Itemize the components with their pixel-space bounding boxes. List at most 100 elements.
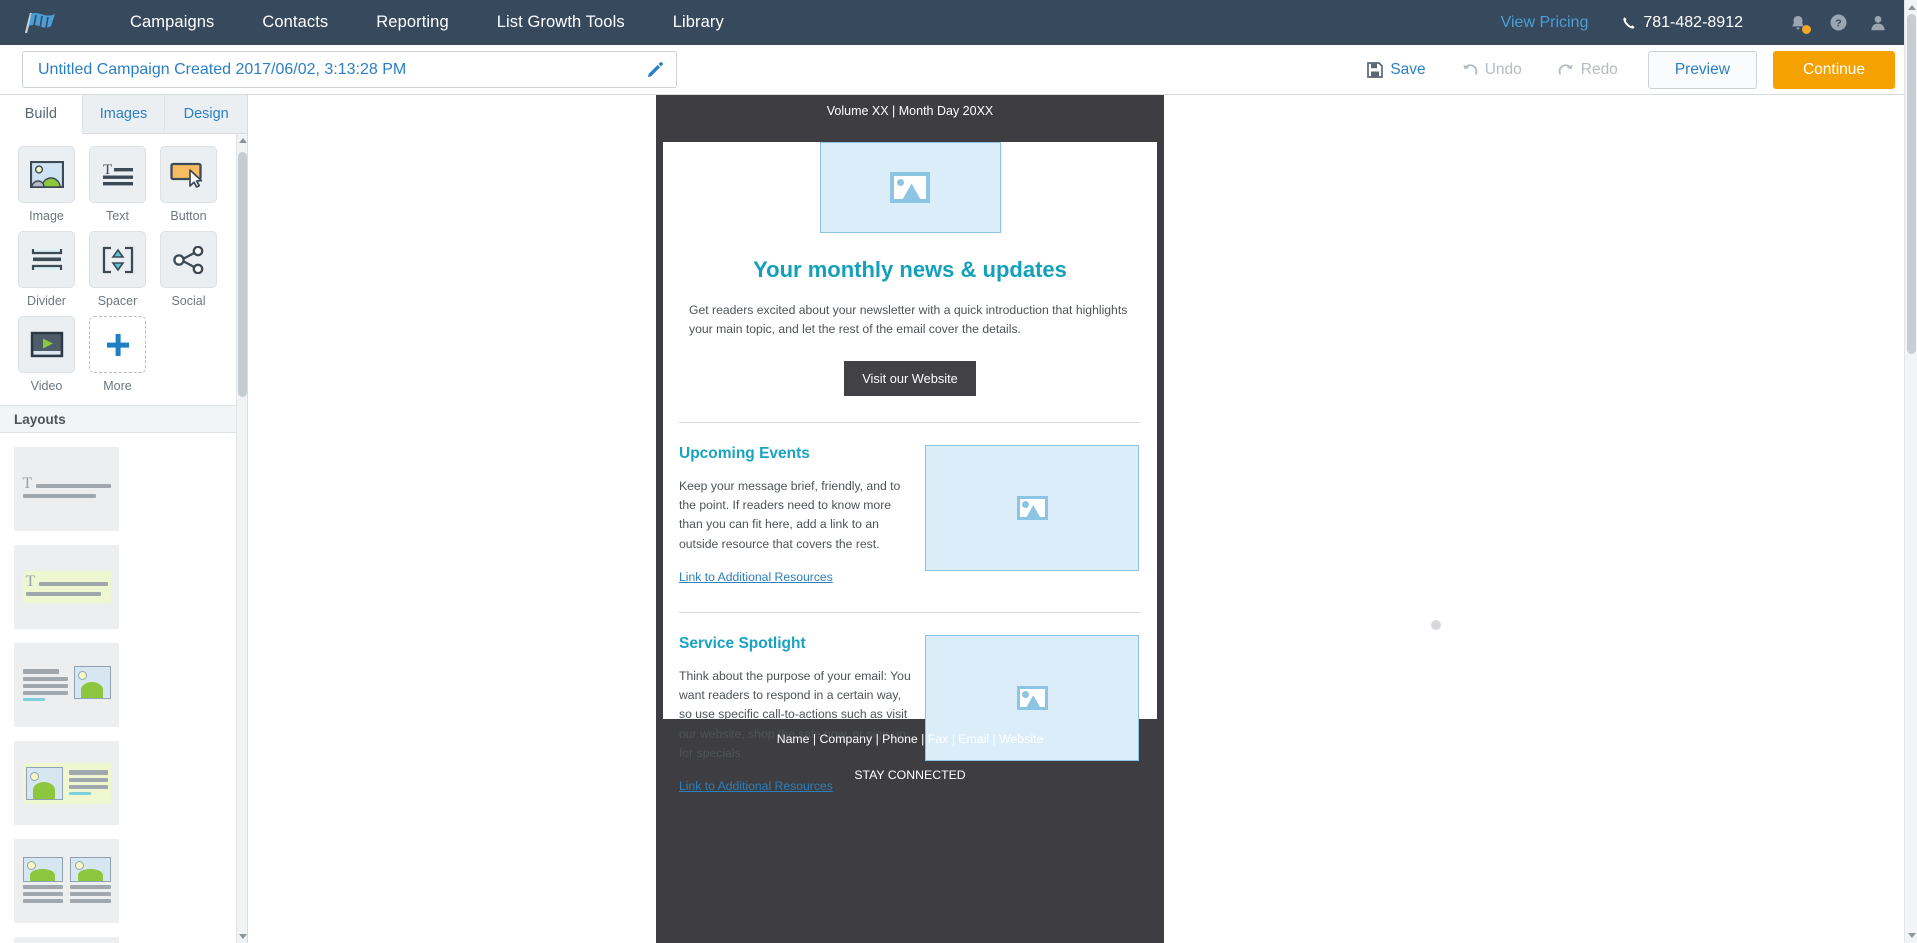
pencil-edit-icon[interactable] — [646, 61, 664, 79]
save-button[interactable]: Save — [1349, 61, 1443, 79]
scroll-down-arrow-icon[interactable] — [239, 934, 247, 939]
block-label-spacer: Spacer — [98, 294, 138, 308]
spacer-block-icon — [89, 231, 146, 288]
notification-badge-dot — [1802, 25, 1811, 34]
nav-item-contacts[interactable]: Contacts — [238, 13, 352, 32]
sidebar-scrollbar-thumb[interactable] — [238, 152, 247, 397]
tab-images[interactable]: Images — [83, 95, 166, 134]
page-scroll-down-arrow-icon[interactable] — [1908, 933, 1916, 938]
block-label-button: Button — [170, 209, 206, 223]
redo-button[interactable]: Redo — [1540, 61, 1636, 79]
section-resource-link[interactable]: Link to Additional Resources — [679, 570, 833, 584]
undo-label: Undo — [1485, 61, 1522, 79]
block-text[interactable]: T Text — [89, 146, 146, 223]
page-scrollbar-thumb[interactable] — [1907, 14, 1916, 354]
redo-arrow-icon — [1558, 62, 1574, 78]
video-play-icon — [18, 316, 75, 373]
top-navigation-bar: Campaigns Contacts Reporting List Growth… — [0, 0, 1917, 45]
divider-block-icon — [18, 231, 75, 288]
section-title[interactable]: Upcoming Events — [679, 445, 911, 463]
notification-bell-icon[interactable] — [1781, 6, 1815, 40]
action-bar-buttons: Save Undo Redo Preview Continue — [1349, 51, 1895, 89]
help-question-icon[interactable]: ? — [1821, 6, 1855, 40]
save-label: Save — [1390, 61, 1425, 79]
nav-item-reporting[interactable]: Reporting — [352, 13, 472, 32]
layouts-section-header: Layouts — [0, 405, 247, 433]
block-row-2: Divider Spacer — [0, 231, 247, 308]
sidebar-tabs: Build Images Design — [0, 95, 247, 134]
email-canvas: Volume XX | Month Day 20XX Your monthly … — [248, 95, 1917, 943]
view-pricing-link[interactable]: View Pricing — [1501, 14, 1589, 32]
layout-thumb-text-left-image-right[interactable] — [14, 643, 119, 727]
email-cta-button[interactable]: Visit our Website — [844, 361, 976, 396]
email-hero-image-placeholder[interactable] — [820, 142, 1001, 233]
block-button[interactable]: Button — [160, 146, 217, 223]
block-label-video: Video — [31, 379, 63, 393]
email-volume-text: Volume XX | Month Day 20XX — [827, 104, 994, 118]
block-label-image: Image — [29, 209, 64, 223]
main-nav-links: Campaigns Contacts Reporting List Growth… — [106, 13, 748, 32]
email-intro-paragraph[interactable]: Get readers excited about your newslette… — [663, 301, 1157, 339]
page-scroll-up-arrow-icon[interactable] — [1908, 5, 1916, 10]
block-image[interactable]: Image — [18, 146, 75, 223]
section-image-placeholder[interactable] — [925, 445, 1139, 571]
tab-build[interactable]: Build — [0, 95, 83, 134]
user-account-icon[interactable] — [1861, 6, 1895, 40]
section-body[interactable]: Think about the purpose of your email: Y… — [679, 667, 911, 763]
layout-thumb-image-left-text-right-highlighted[interactable] — [14, 741, 119, 825]
flag-logo-icon[interactable] — [22, 9, 66, 37]
campaign-action-bar: Untitled Campaign Created 2017/06/02, 3:… — [0, 45, 1917, 95]
sidebar-scrollbar[interactable] — [236, 134, 247, 943]
email-volume-bar[interactable]: Volume XX | Month Day 20XX — [656, 95, 1164, 126]
block-row-1: Image T Text — [0, 146, 247, 223]
tab-design[interactable]: Design — [165, 95, 247, 134]
block-spacer[interactable]: Spacer — [89, 231, 146, 308]
email-section-upcoming-events: Upcoming Events Keep your message brief,… — [663, 423, 1157, 586]
builder-sidebar: Build Images Design Image — [0, 95, 248, 943]
image-placeholder-icon — [1017, 496, 1048, 520]
campaign-title-field[interactable]: Untitled Campaign Created 2017/06/02, 3:… — [22, 51, 677, 88]
block-divider[interactable]: Divider — [18, 231, 75, 308]
section-body[interactable]: Keep your message brief, friendly, and t… — [679, 477, 911, 554]
layout-thumb-text-only-highlighted[interactable]: T — [14, 545, 119, 629]
block-social[interactable]: Social — [160, 231, 217, 308]
preview-button[interactable]: Preview — [1648, 51, 1757, 89]
layout-thumb-two-column[interactable] — [14, 839, 119, 923]
image-block-icon — [18, 146, 75, 203]
nav-right-group: View Pricing 781-482-8912 ? — [1501, 6, 1895, 40]
block-more[interactable]: More — [89, 316, 146, 393]
phone-icon — [1622, 16, 1636, 30]
email-headline[interactable]: Your monthly news & updates — [663, 257, 1157, 283]
block-label-social: Social — [171, 294, 205, 308]
section-resource-link[interactable]: Link to Additional Resources — [679, 779, 833, 793]
scroll-up-arrow-icon[interactable] — [239, 138, 247, 143]
undo-arrow-icon — [1462, 62, 1478, 78]
block-label-divider: Divider — [27, 294, 66, 308]
page-scrollbar[interactable] — [1904, 0, 1917, 943]
image-placeholder-icon — [1017, 686, 1048, 710]
section-title[interactable]: Service Spotlight — [679, 635, 911, 653]
nav-item-library[interactable]: Library — [649, 13, 748, 32]
layout-thumb-two-column-highlighted[interactable] — [14, 937, 119, 943]
text-block-icon: T — [89, 146, 146, 203]
image-placeholder-icon — [890, 172, 930, 203]
redo-label: Redo — [1581, 61, 1618, 79]
builder-main-area: Build Images Design Image — [0, 95, 1917, 943]
support-phone: 781-482-8912 — [1622, 14, 1743, 32]
block-label-text: Text — [106, 209, 129, 223]
floppy-save-icon — [1367, 62, 1383, 78]
svg-text:?: ? — [1835, 19, 1841, 30]
layouts-grid: T T — [0, 433, 247, 943]
phone-number: 781-482-8912 — [1643, 14, 1743, 32]
nav-item-list-growth-tools[interactable]: List Growth Tools — [473, 13, 649, 32]
social-share-icon — [160, 231, 217, 288]
button-block-icon — [160, 146, 217, 203]
layout-thumb-text-only[interactable]: T — [14, 447, 119, 531]
nav-item-campaigns[interactable]: Campaigns — [106, 13, 238, 32]
email-body: Your monthly news & updates Get readers … — [663, 142, 1157, 719]
undo-button[interactable]: Undo — [1444, 61, 1540, 79]
block-video[interactable]: Video — [18, 316, 75, 393]
continue-button[interactable]: Continue — [1773, 51, 1895, 89]
campaign-title-text: Untitled Campaign Created 2017/06/02, 3:… — [38, 61, 646, 79]
canvas-drag-handle-dot[interactable] — [1431, 620, 1441, 630]
